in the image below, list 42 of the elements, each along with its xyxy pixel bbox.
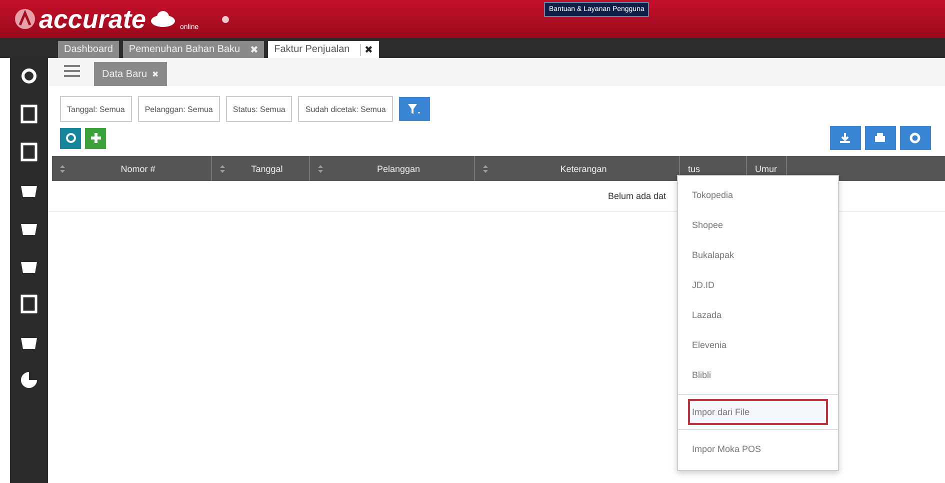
sort-icon[interactable]	[220, 164, 225, 172]
cloud-icon	[148, 9, 177, 29]
download-icon	[838, 132, 852, 144]
filter-dropdown[interactable]: Status: Semua	[226, 96, 292, 122]
settings-button[interactable]	[900, 126, 931, 150]
menu-item[interactable]: Impor dari File	[688, 399, 828, 425]
tab[interactable]: Pemenuhan Bahan Baku ✖	[122, 41, 264, 58]
menu-item[interactable]: Impor Moka POS	[678, 434, 838, 464]
plus-icon	[90, 132, 102, 144]
download-button[interactable]	[830, 126, 861, 150]
sort-icon[interactable]	[483, 164, 488, 172]
tab[interactable]: Dashboard	[58, 41, 119, 58]
filter-dropdown[interactable]: Tanggal: Semua	[60, 96, 132, 122]
refresh-button[interactable]	[60, 128, 81, 148]
close-icon[interactable]: ✖	[152, 70, 160, 78]
sort-icon[interactable]	[318, 164, 323, 172]
new-data-tab[interactable]: Data Baru ✖	[94, 62, 168, 86]
filter-icon	[407, 103, 422, 115]
column-header[interactable]: Tanggal	[212, 156, 310, 181]
filter-dropdown[interactable]: Pelanggan: Semua	[138, 96, 220, 122]
add-button[interactable]	[85, 128, 106, 148]
pie-chart-icon[interactable]	[19, 370, 39, 390]
column-header[interactable]: Nomor #	[52, 156, 212, 181]
logo-text: accurate	[39, 4, 146, 34]
sort-icon[interactable]	[60, 164, 65, 172]
menu-item[interactable]: Lazada	[678, 300, 838, 330]
filter-button[interactable]	[398, 97, 430, 121]
logo-icon	[14, 8, 36, 30]
column-header[interactable]: Pelanggan	[310, 156, 475, 181]
close-icon[interactable]: ✖	[250, 44, 258, 56]
empty-message: Belum ada dat	[608, 191, 666, 201]
menu-item[interactable]: JD.ID	[678, 270, 838, 300]
list-icon[interactable]	[64, 64, 80, 78]
menu-item[interactable]: Shopee	[678, 210, 838, 240]
tab[interactable]: Faktur Penjualan ✖	[268, 41, 379, 58]
menu-item[interactable]: Elevenia	[678, 330, 838, 360]
filter-dropdown[interactable]: Sudah dicetak: Semua	[298, 96, 393, 122]
menu-item[interactable]: Bukalapak	[678, 240, 838, 270]
print-button[interactable]	[865, 126, 896, 150]
menu-item[interactable]: Blibli	[678, 360, 838, 390]
status-dot-icon	[222, 16, 229, 22]
menu-item[interactable]: Tokopedia	[678, 180, 838, 210]
